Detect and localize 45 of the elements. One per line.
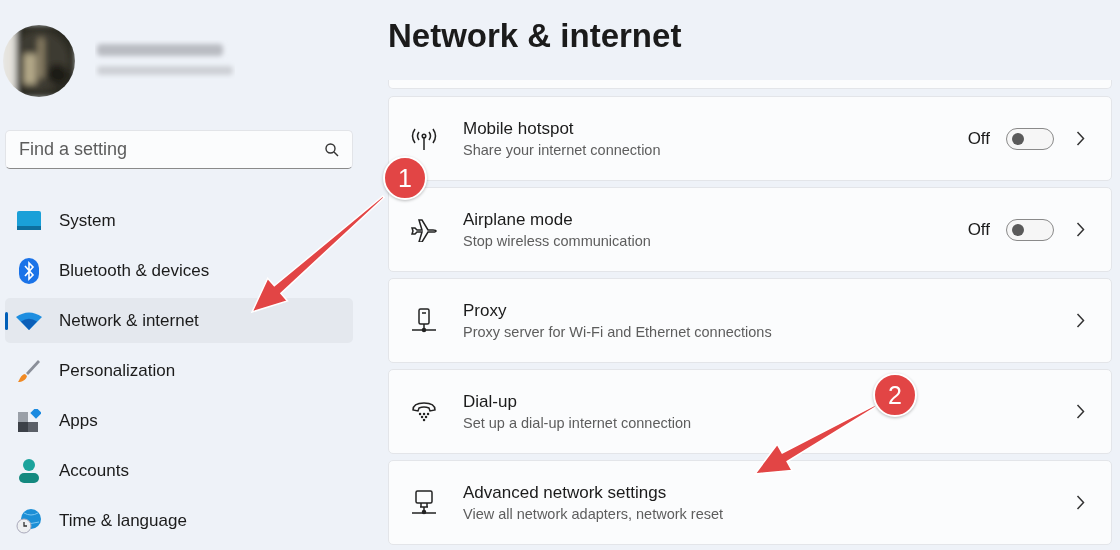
chevron-right-icon[interactable] [1076, 131, 1085, 146]
server-icon [411, 307, 437, 334]
setting-description: Proxy server for Wi-Fi and Ethernet connections [463, 324, 772, 340]
setting-card[interactable]: Advanced network settings View all network adapters, network reset [388, 460, 1112, 545]
nav-item[interactable]: Bluetooth & devices [5, 248, 353, 293]
antenna-icon [411, 127, 437, 150]
nav-item[interactable]: Personalization [5, 348, 353, 393]
setting-description: Set up a dial-up internet connection [463, 415, 692, 431]
apps-icon [17, 408, 41, 433]
setting-title: Proxy [463, 301, 507, 321]
page-title: Network & internet [388, 16, 683, 56]
paintbrush-icon [17, 358, 41, 383]
setting-title: Advanced network settings [463, 483, 667, 503]
setting-card[interactable]: Proxy Proxy server for Wi-Fi and Ethernet connections [388, 278, 1112, 363]
search-icon [325, 143, 339, 157]
person-icon [18, 458, 40, 483]
chevron-right-icon[interactable] [1076, 495, 1085, 510]
computer-network-icon [411, 489, 437, 516]
setting-card[interactable]: Airplane mode Stop wireless communication Off [388, 187, 1112, 272]
chevron-right-icon[interactable] [1076, 404, 1085, 419]
setting-description: Stop wireless communication [463, 233, 651, 249]
chevron-right-icon[interactable] [1076, 313, 1085, 328]
globe-clock-icon [16, 507, 42, 534]
wifi-icon [16, 311, 42, 330]
setting-title: Airplane mode [463, 210, 573, 230]
setting-description: View all network adapters, network reset [463, 506, 724, 522]
nav-item[interactable]: Apps [5, 398, 353, 443]
monitor-icon [17, 210, 41, 231]
search-field[interactable]: Find a setting [5, 130, 353, 169]
setting-title: Dial-up [463, 392, 517, 412]
toggle-switch[interactable] [1006, 127, 1054, 150]
phone-icon [411, 400, 437, 423]
toggle-switch[interactable] [1006, 218, 1054, 241]
nav-item[interactable]: Network & internet [5, 298, 353, 343]
airplane-icon [411, 217, 437, 242]
nav-item[interactable]: Accounts [5, 448, 353, 493]
nav-item[interactable]: System [5, 198, 353, 243]
nav-item[interactable]: Time & language [5, 498, 353, 543]
toggle-state-label: Off [967, 128, 990, 149]
setting-title: Mobile hotspot [463, 119, 574, 139]
chevron-right-icon[interactable] [1076, 222, 1085, 237]
bluetooth-icon [19, 257, 39, 284]
setting-description: Share your internet connection [463, 142, 661, 158]
toggle-state-label: Off [967, 219, 990, 240]
selection-indicator [5, 312, 8, 330]
